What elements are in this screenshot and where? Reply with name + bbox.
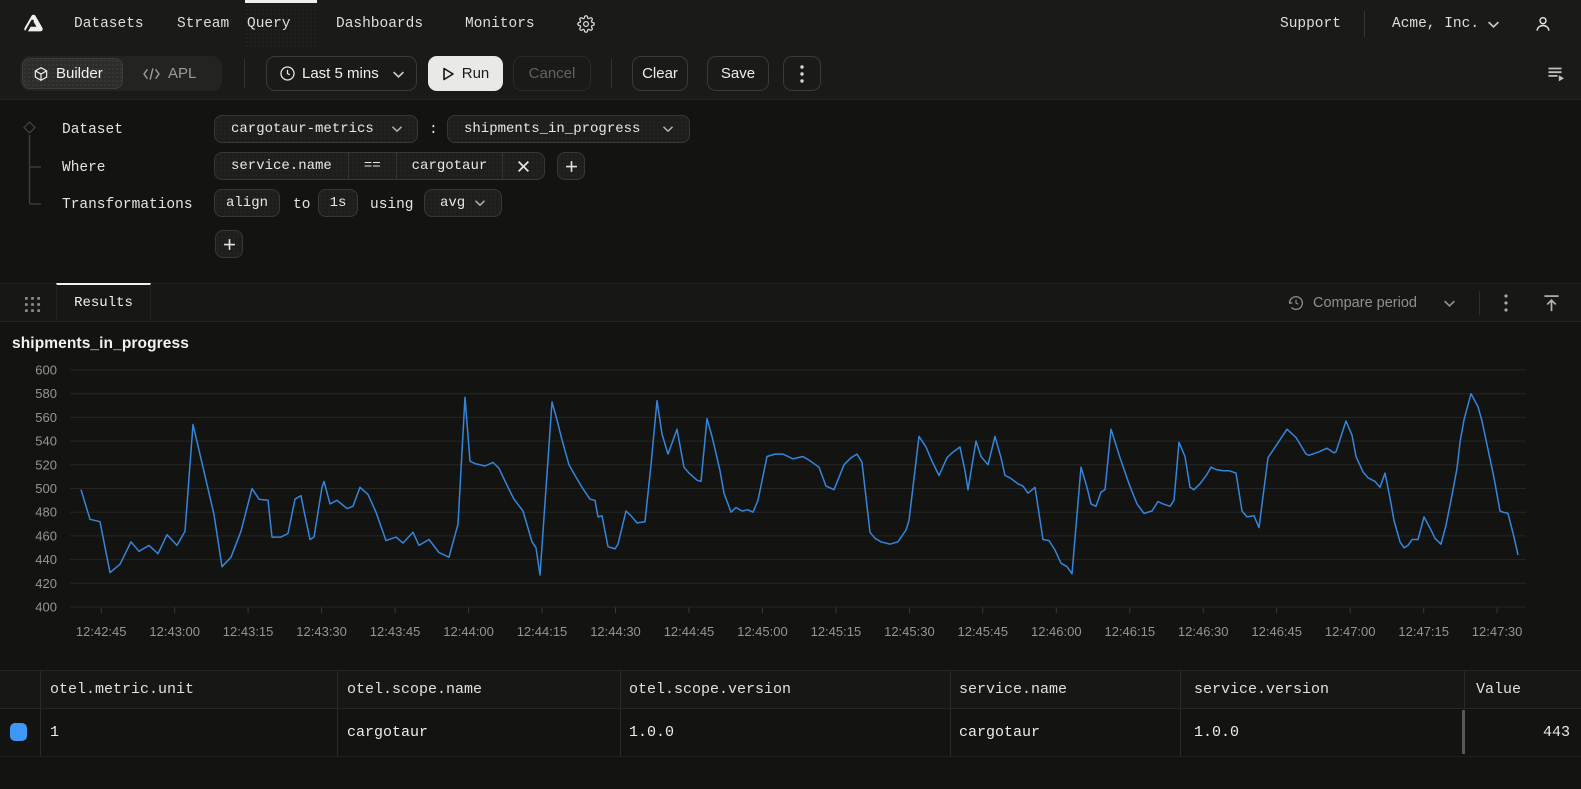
svg-text:12:45:00: 12:45:00 bbox=[737, 624, 788, 639]
svg-text:580: 580 bbox=[35, 386, 57, 401]
svg-text:420: 420 bbox=[35, 576, 57, 591]
svg-text:12:43:00: 12:43:00 bbox=[149, 624, 200, 639]
svg-text:12:44:45: 12:44:45 bbox=[664, 624, 715, 639]
svg-text:12:45:15: 12:45:15 bbox=[811, 624, 862, 639]
svg-text:460: 460 bbox=[35, 528, 57, 543]
svg-text:12:46:45: 12:46:45 bbox=[1251, 624, 1302, 639]
svg-text:440: 440 bbox=[35, 552, 57, 567]
svg-text:560: 560 bbox=[35, 410, 57, 425]
svg-text:12:42:45: 12:42:45 bbox=[76, 624, 127, 639]
svg-text:12:44:00: 12:44:00 bbox=[443, 624, 494, 639]
svg-text:12:46:30: 12:46:30 bbox=[1178, 624, 1229, 639]
svg-text:12:44:15: 12:44:15 bbox=[517, 624, 568, 639]
svg-text:400: 400 bbox=[35, 600, 57, 615]
svg-text:12:43:45: 12:43:45 bbox=[370, 624, 421, 639]
svg-text:12:46:15: 12:46:15 bbox=[1104, 624, 1155, 639]
svg-text:12:45:45: 12:45:45 bbox=[957, 624, 1008, 639]
svg-text:480: 480 bbox=[35, 505, 57, 520]
svg-text:12:46:00: 12:46:00 bbox=[1031, 624, 1082, 639]
svg-text:12:47:15: 12:47:15 bbox=[1398, 624, 1449, 639]
svg-text:12:47:00: 12:47:00 bbox=[1325, 624, 1376, 639]
svg-text:520: 520 bbox=[35, 457, 57, 472]
svg-text:600: 600 bbox=[35, 363, 57, 378]
svg-text:12:43:15: 12:43:15 bbox=[223, 624, 274, 639]
svg-text:12:43:30: 12:43:30 bbox=[296, 624, 347, 639]
svg-text:12:45:30: 12:45:30 bbox=[884, 624, 935, 639]
svg-text:540: 540 bbox=[35, 434, 57, 449]
svg-text:12:47:30: 12:47:30 bbox=[1472, 624, 1523, 639]
svg-text:500: 500 bbox=[35, 481, 57, 496]
svg-text:12:44:30: 12:44:30 bbox=[590, 624, 641, 639]
